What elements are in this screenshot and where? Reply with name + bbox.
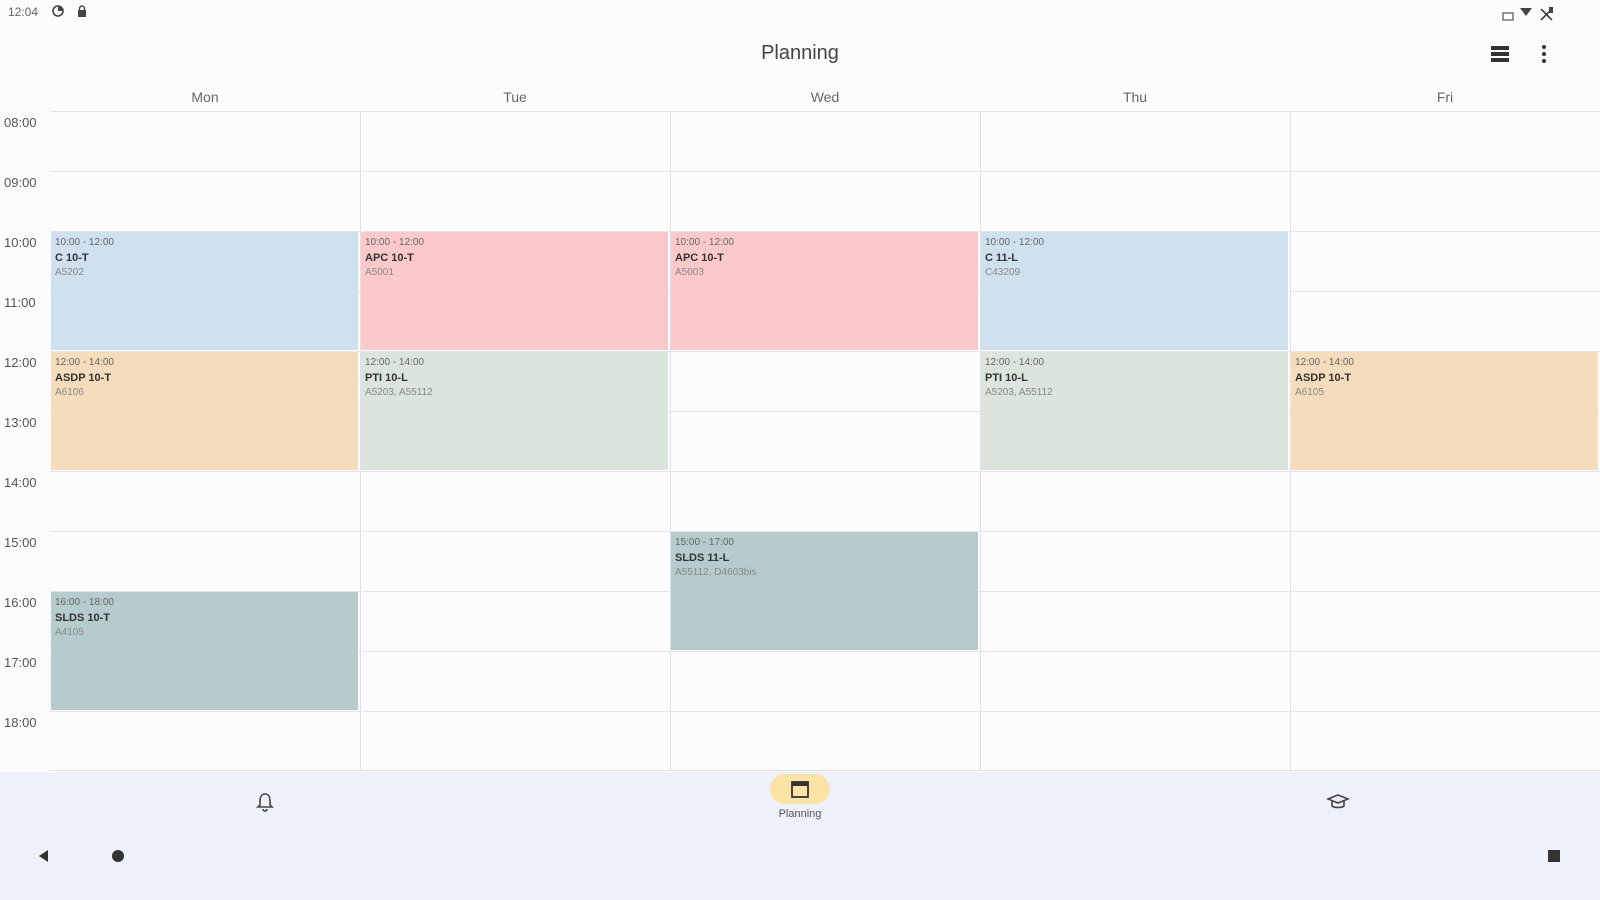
recents-icon[interactable]: [1546, 848, 1562, 864]
hour-line: [50, 171, 1600, 172]
cast-icon: [1502, 12, 1514, 21]
nav-planning-label: Planning: [778, 808, 822, 820]
event-room: A5203, A55112: [365, 387, 433, 398]
event-room: A5203, A55112: [985, 387, 1053, 398]
event-time: 12:00 - 14:00: [1295, 357, 1354, 368]
time-label: 17:00: [4, 655, 37, 670]
battery-icon: [1540, 7, 1553, 21]
event-room: A6106: [55, 387, 84, 398]
event-time: 12:00 - 14:00: [985, 357, 1044, 368]
event-time: 16:00 - 18:00: [55, 597, 114, 608]
event-card[interactable]: 10:00 - 12:00 C 10-T A5202: [51, 232, 358, 350]
event-time: 12:00 - 14:00: [55, 357, 114, 368]
day-header-mon: Mon: [191, 89, 219, 105]
event-course: PTI 10-L: [985, 372, 1028, 384]
time-label: 13:00: [4, 415, 37, 430]
event-room: A4105: [55, 627, 84, 638]
bell-icon: [256, 793, 274, 812]
day-header-thu: Thu: [1122, 89, 1148, 105]
graduation-cap-icon: [1326, 794, 1350, 809]
event-card[interactable]: 12:00 - 14:00 PTI 10-L A5203, A55112: [981, 352, 1288, 470]
view-list-icon: [1491, 46, 1509, 62]
time-label: 15:00: [4, 535, 37, 550]
more-vert-icon: [1542, 45, 1546, 63]
hour-line: [50, 471, 1600, 472]
event-card[interactable]: 12:00 - 14:00 ASDP 10-T A6105: [1291, 352, 1598, 470]
event-card[interactable]: 10:00 - 12:00 APC 10-T A5003: [671, 232, 978, 350]
sync-icon: [52, 5, 64, 17]
status-bar: 12:04: [0, 0, 1600, 26]
event-time: 10:00 - 12:00: [985, 237, 1044, 248]
nav-grades[interactable]: [1298, 778, 1378, 838]
event-course: APC 10-T: [675, 252, 724, 264]
wifi-icon: [1520, 8, 1532, 16]
event-time: 15:00 - 17:00: [675, 537, 734, 548]
event-course: PTI 10-L: [365, 372, 408, 384]
day-header-wed: Wed: [810, 89, 840, 105]
event-card[interactable]: 10:00 - 12:00 C 11-L C43209: [981, 232, 1288, 350]
bottom-nav: Planning: [0, 772, 1600, 900]
event-course: SLDS 10-T: [55, 612, 111, 624]
event-course: ASDP 10-T: [1295, 372, 1352, 384]
day-header-tue: Tue: [503, 89, 527, 105]
event-room: A6105: [1295, 387, 1324, 398]
time-label: 16:00: [4, 595, 37, 610]
event-card[interactable]: 10:00 - 12:00 APC 10-T A5001: [361, 232, 668, 350]
event-time: 12:00 - 14:00: [365, 357, 424, 368]
back-icon[interactable]: [36, 848, 52, 864]
event-card[interactable]: 16:00 - 18:00 SLDS 10-T A4105: [51, 592, 358, 710]
page-title: Planning: [761, 42, 839, 64]
event-course: ASDP 10-T: [55, 372, 112, 384]
hour-line: [50, 711, 1600, 712]
event-time: 10:00 - 12:00: [675, 237, 734, 248]
time-label: 18:00: [4, 715, 37, 730]
event-course: C 11-L: [985, 252, 1019, 264]
time-label: 09:00: [4, 175, 37, 190]
home-icon[interactable]: [110, 848, 126, 864]
time-label: 10:00: [4, 235, 37, 250]
app-root: 12:04 Planning Mon Tue Wed Thu Fri 10:00…: [0, 0, 1600, 900]
event-card[interactable]: 15:00 - 17:00 SLDS 11-L A55112, D4603bis: [671, 532, 978, 650]
time-label: 08:00: [4, 115, 37, 130]
time-label: 11:00: [4, 295, 36, 310]
event-room: A55112, D4603bis: [675, 567, 757, 578]
time-label: 12:00: [4, 355, 37, 370]
week-grid: 10:00 - 12:00 C 10-T A5202 10:00 - 12:00 APC…: [50, 111, 1600, 771]
view-toggle-button[interactable]: [1486, 40, 1514, 68]
event-room: C43209: [985, 267, 1021, 278]
calendar-icon: [791, 781, 809, 798]
hour-line: [50, 111, 1600, 112]
nav-notifications[interactable]: [225, 778, 305, 838]
event-room: A5001: [365, 267, 394, 278]
lock-icon: [78, 5, 86, 17]
event-card[interactable]: 12:00 - 14:00 ASDP 10-T A6106: [51, 352, 358, 470]
day-header-fri: Fri: [1436, 89, 1454, 105]
event-time: 10:00 - 12:00: [55, 237, 114, 248]
event-room: A5202: [55, 267, 84, 278]
event-course: C 10-T: [55, 252, 89, 264]
event-room: A5003: [675, 267, 704, 278]
status-time: 12:04: [8, 5, 39, 19]
event-time: 10:00 - 12:00: [365, 237, 424, 248]
overflow-menu-button[interactable]: [1530, 40, 1558, 68]
event-course: SLDS 11-L: [675, 552, 730, 564]
column-divider: [670, 111, 671, 771]
event-course: APC 10-T: [365, 252, 414, 264]
event-card[interactable]: 12:00 - 14:00 PTI 10-L A5203, A55112: [361, 352, 668, 470]
time-label: 14:00: [4, 475, 37, 490]
nav-planning[interactable]: Planning: [760, 766, 840, 826]
